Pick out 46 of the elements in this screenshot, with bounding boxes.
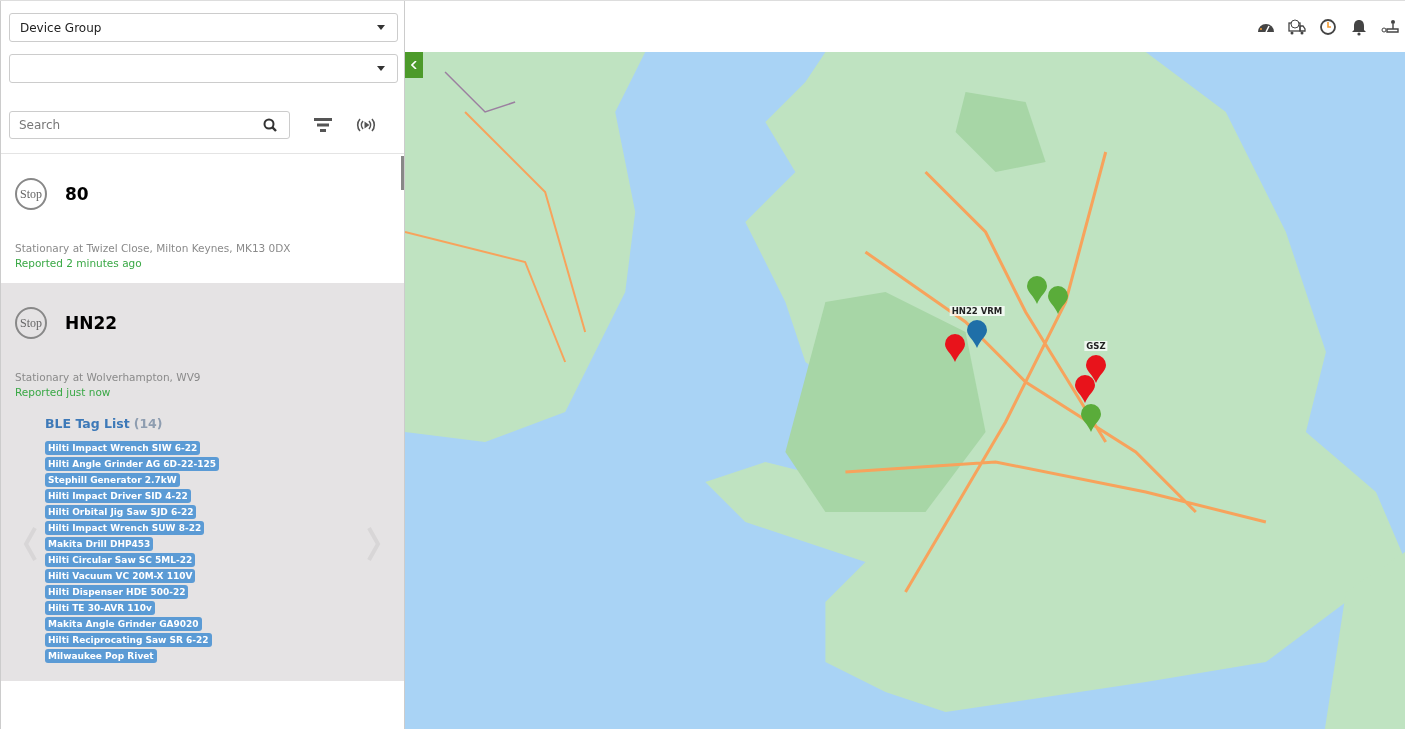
device-name: HN22: [65, 313, 118, 333]
map-marker-icon[interactable]: [967, 320, 987, 348]
map-marker-icon[interactable]: [1027, 276, 1047, 304]
search-field[interactable]: Search: [9, 111, 290, 139]
tag: Hilti Impact Wrench SIW 6-22: [45, 441, 201, 455]
tag: Stephill Generator 2.7kW: [45, 473, 180, 487]
clock-icon[interactable]: [1319, 17, 1337, 36]
tag: Hilti TE 30-AVR 110v: [45, 601, 155, 615]
report-time: Reported 2 minutes ago: [15, 257, 143, 269]
device-location: Stationary at Twizel Close, Milton Keynes, MK13 0DX: [15, 242, 292, 254]
tag: Hilti Circular Saw SC 5ML-22: [45, 553, 196, 567]
caret-icon: [377, 25, 385, 30]
broadcast-icon[interactable]: [356, 118, 376, 132]
map-marker-icon[interactable]: [1075, 375, 1095, 403]
status-icon: Stop: [15, 178, 47, 210]
device-location: Stationary at Wolverhampton, WV9: [15, 371, 202, 383]
status-icon: Stop: [15, 307, 47, 339]
scrollbar[interactable]: [401, 156, 404, 190]
marker-label: HN22 VRM: [949, 306, 1005, 316]
marker-label: GSZ: [1084, 341, 1108, 351]
operator-icon[interactable]: [1381, 17, 1399, 36]
tag: Hilti Dispenser HDE 500-22: [45, 585, 189, 599]
tag: Hilti Impact Wrench SUW 8-22: [45, 521, 205, 535]
tag: Makita Angle Grinder GA9020: [45, 617, 202, 631]
filter-icon[interactable]: [314, 118, 332, 132]
device-group-dropdown[interactable]: Device Group: [9, 13, 398, 42]
report-time: Reported just now: [15, 386, 112, 398]
collapse-button[interactable]: [405, 52, 423, 78]
tag: Hilti Vacuum VC 20M-X 110V: [45, 569, 196, 583]
tag: Hilti Orbital Jig Saw SJD 6-22: [45, 505, 197, 519]
bell-icon[interactable]: [1350, 17, 1368, 36]
tag: Hilti Impact Driver SID 4-22: [45, 489, 191, 503]
ble-tag-list-title: BLE Tag List (14): [45, 416, 164, 431]
caret-icon: [377, 66, 385, 71]
map-marker-icon[interactable]: [1081, 404, 1101, 432]
tag: Makita Drill DHP453: [45, 537, 154, 551]
search-icon[interactable]: [263, 118, 277, 132]
device-name: 80: [65, 184, 89, 204]
map-marker-icon[interactable]: [945, 334, 965, 362]
map-marker-icon[interactable]: [1086, 355, 1106, 383]
tag: Hilti Angle Grinder AG 6D-22-125: [45, 457, 219, 471]
truck-icon[interactable]: [1288, 17, 1306, 36]
tag: Milwaukee Pop Rivet: [45, 649, 157, 663]
tag: Hilti Reciprocating Saw SR 6-22: [45, 633, 212, 647]
map-marker-icon[interactable]: [1048, 286, 1068, 314]
chevron-left-icon: [411, 61, 417, 69]
